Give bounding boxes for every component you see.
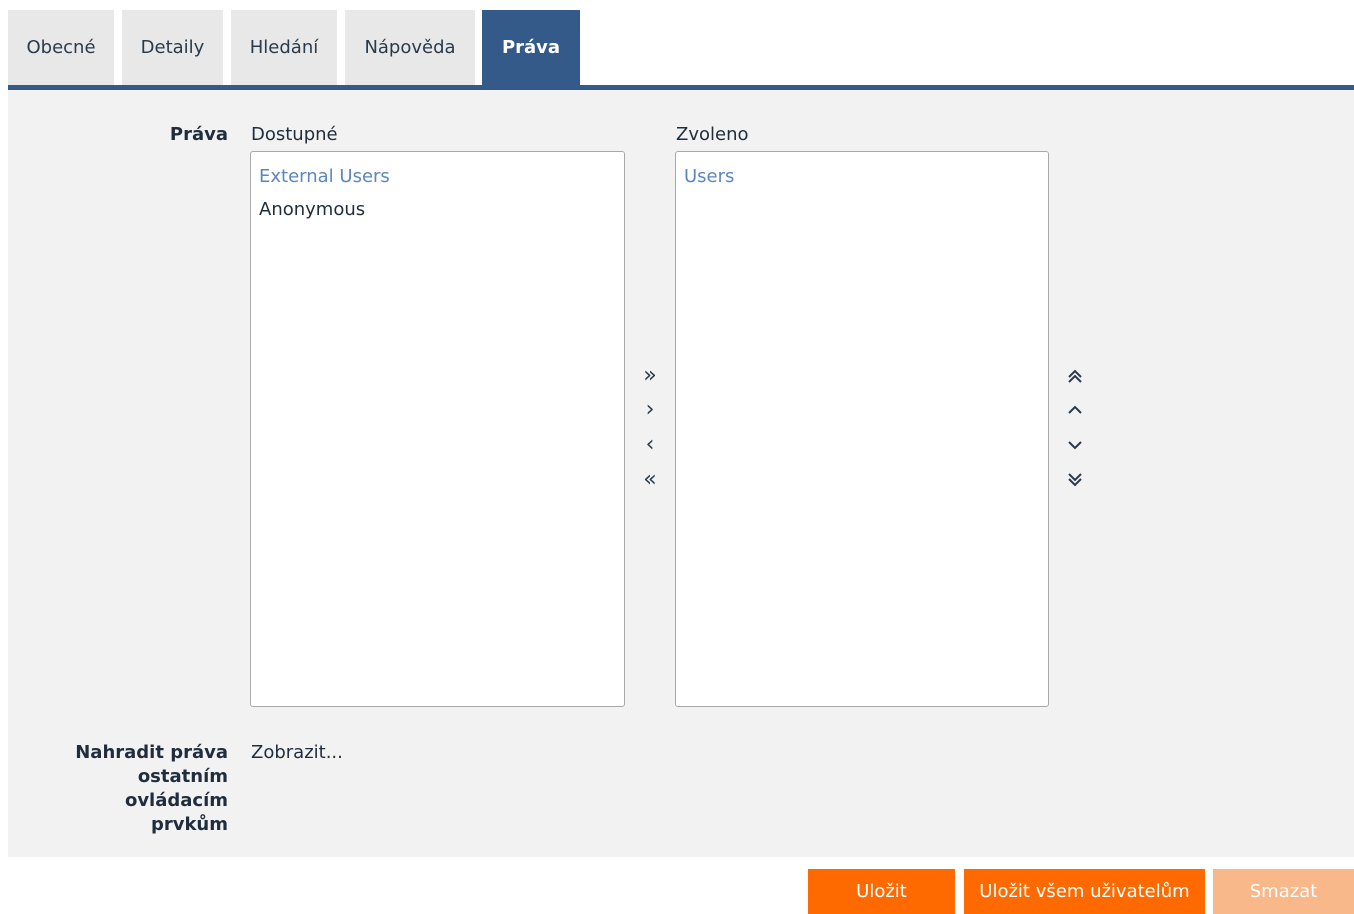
selected-label: Zvoleno [676, 124, 749, 145]
available-listbox[interactable]: External Users Anonymous [250, 151, 625, 707]
list-item[interactable]: Anonymous [259, 193, 616, 226]
move-all-right-icon[interactable]: » [635, 361, 665, 391]
save-all-users-button[interactable]: Uložit všem uživatelům [964, 869, 1205, 914]
delete-button[interactable]: Smazat [1213, 869, 1354, 914]
tab-hledani[interactable]: Hledání [231, 10, 337, 85]
move-top-icon[interactable] [1060, 361, 1090, 391]
replace-label-line: ovládacím [124, 790, 228, 811]
move-right-icon[interactable]: › [635, 395, 665, 425]
list-item[interactable]: External Users [259, 160, 616, 193]
move-down-icon[interactable] [1060, 430, 1090, 460]
available-label: Dostupné [251, 124, 338, 145]
tab-detaily[interactable]: Detaily [122, 10, 223, 85]
rights-label: Práva [169, 124, 228, 145]
replace-rights-label: Nahradit práva ostatním ovládacím prvkům [40, 741, 228, 837]
move-all-left-icon[interactable]: « [635, 465, 665, 495]
replace-label-line: Nahradit práva [75, 742, 228, 763]
list-item[interactable]: Users [684, 160, 1040, 193]
show-link[interactable]: Zobrazit... [251, 741, 343, 765]
move-left-icon[interactable]: ‹ [635, 430, 665, 460]
replace-label-line: ostatním [137, 766, 228, 787]
tab-napoveda[interactable]: Nápověda [345, 10, 475, 85]
move-up-icon[interactable] [1060, 395, 1090, 425]
tab-obecne[interactable]: Obecné [8, 10, 114, 85]
tab-prava[interactable]: Práva [482, 10, 580, 85]
move-bottom-icon[interactable] [1060, 465, 1090, 495]
replace-label-line: prvkům [150, 814, 228, 835]
selected-listbox[interactable]: Users [675, 151, 1049, 707]
save-button[interactable]: Uložit [808, 869, 955, 914]
